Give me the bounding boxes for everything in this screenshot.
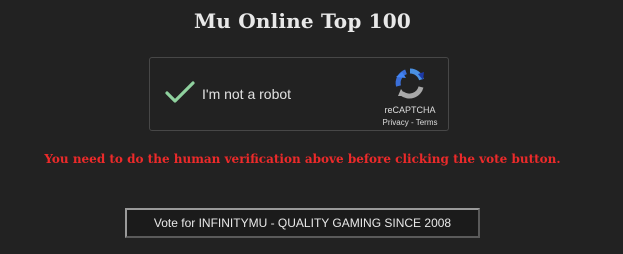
checkmark-icon[interactable] [165, 80, 195, 104]
recaptcha-brand: reCAPTCHA [384, 105, 436, 115]
links-separator: - [408, 118, 416, 127]
captcha-label: I'm not a robot [202, 86, 292, 102]
recaptcha-widget: I'm not a robot reCAPTCHA Privacy - Term… [149, 57, 449, 131]
page-title: Mu Online Top 100 [193, 9, 412, 33]
recaptcha-links: Privacy - Terms [371, 118, 449, 127]
vote-button[interactable]: Vote for INFINITYMU - QUALITY GAMING SIN… [125, 208, 480, 238]
terms-link[interactable]: Terms [416, 118, 438, 127]
vote-page: Mu Online Top 100 I'm not a robot reCAPT… [0, 0, 623, 254]
verification-warning: You need to do the human verification ab… [44, 152, 561, 166]
recaptcha-logo-icon [395, 68, 424, 99]
privacy-link[interactable]: Privacy [383, 118, 409, 127]
